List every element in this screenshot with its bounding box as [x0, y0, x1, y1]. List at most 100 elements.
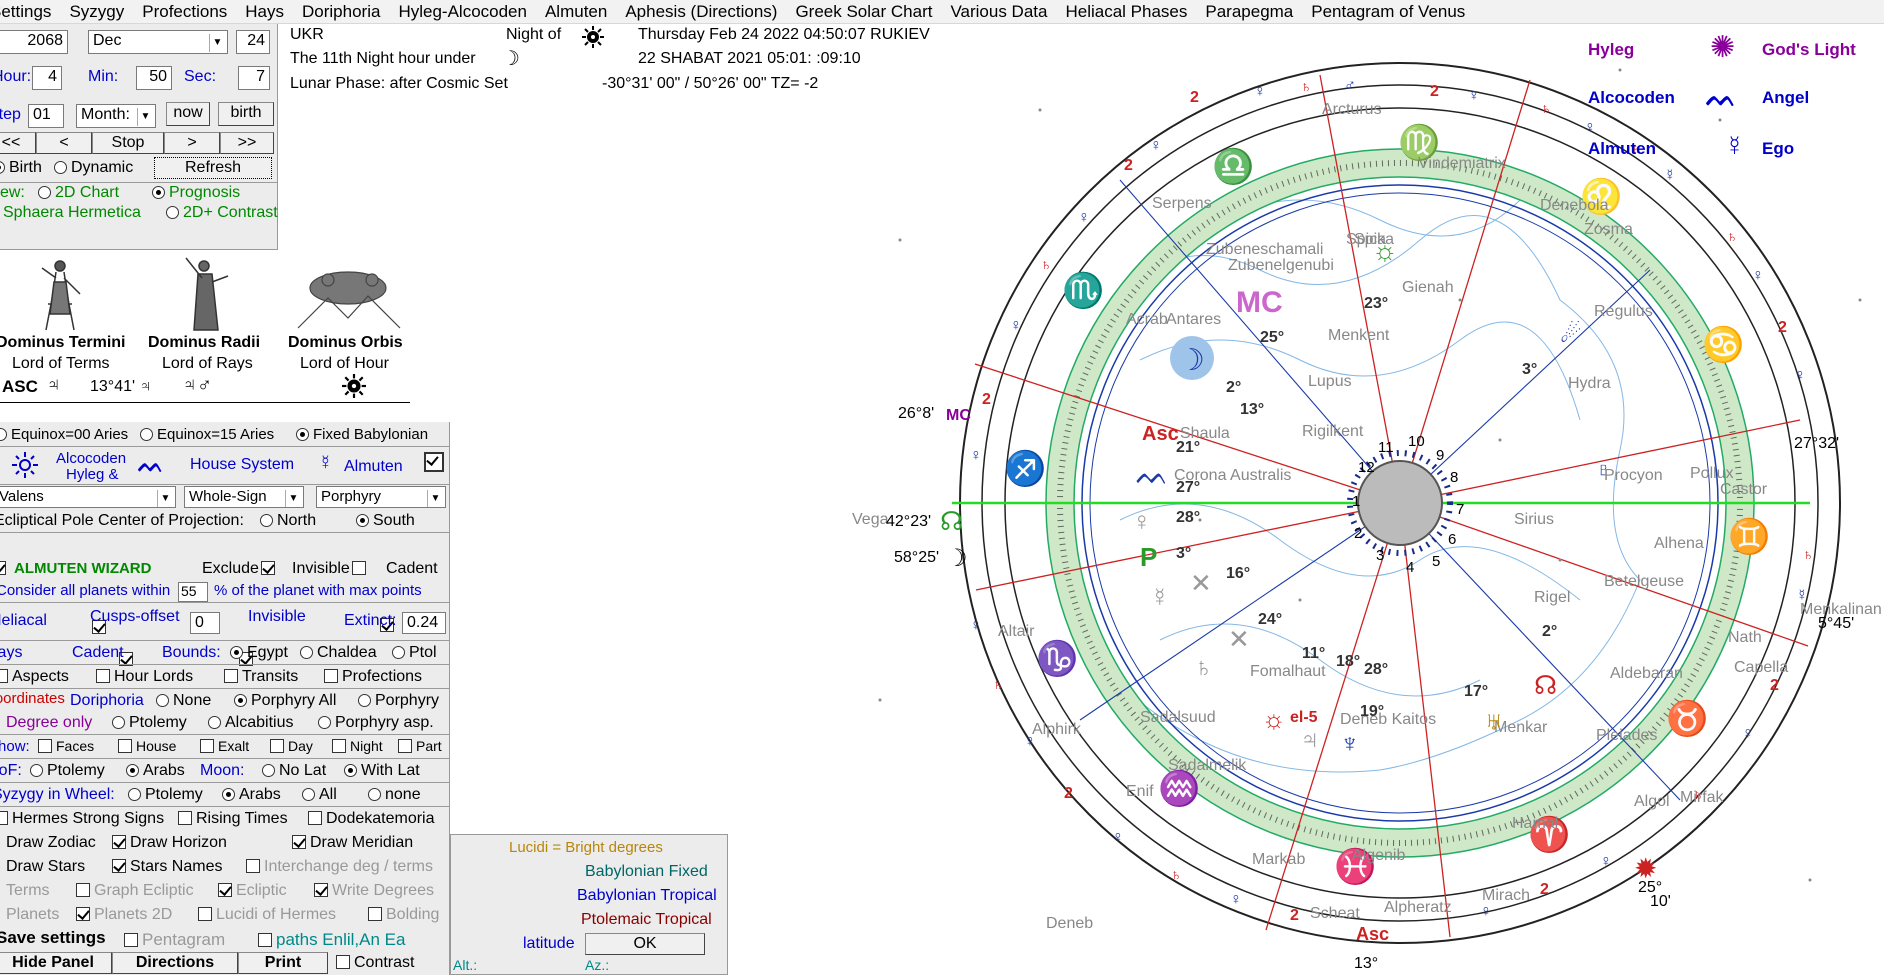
draw-meridian-checkbox[interactable]: Draw Meridian [290, 834, 413, 852]
lucidi-hermes-checkbox[interactable]: Lucidi of Hermes [196, 906, 336, 924]
valens-select[interactable]: Valens ▼ [0, 486, 176, 508]
aquarius-icon: ♒ [1158, 769, 1200, 808]
hide-panel-button[interactable]: Hide Panel [0, 952, 112, 974]
now-button[interactable]: now [166, 102, 210, 126]
hour-input[interactable]: 4 [32, 66, 62, 90]
prognosis-radio[interactable]: Prognosis [150, 184, 240, 202]
refresh-button[interactable]: Refresh [154, 157, 272, 179]
year-input[interactable]: 2068 [0, 30, 68, 54]
equinox-0-radio[interactable]: Equinox=00 Aries [0, 426, 128, 443]
faces-checkbox[interactable]: Faces [36, 738, 94, 754]
syzygy-arabs-radio[interactable]: Arabs [220, 786, 281, 804]
chaldea-radio[interactable]: Chaldea [298, 644, 377, 662]
consider-input[interactable]: 55 [178, 582, 208, 602]
exclude-checkbox[interactable]: Exclude [202, 560, 279, 578]
with-lat-radio[interactable]: With Lat [342, 762, 420, 780]
astrology-chart[interactable]: 1 2 3 4 5 6 7 8 9 10 11 12 ♍ ♎ ♏ ♐ ♑ ♒ ♓… [728, 0, 1884, 975]
porphyry-radio[interactable]: Porphyry [356, 692, 439, 710]
stars-names-checkbox[interactable]: Stars Names [110, 858, 222, 876]
equinox-15-radio[interactable]: Equinox=15 Aries [138, 426, 274, 443]
part-checkbox[interactable]: Part [396, 738, 442, 754]
rewind-button[interactable]: < [36, 132, 92, 154]
draw-horizon-checkbox[interactable]: Draw Horizon [110, 834, 227, 852]
sphaera-hermetica-radio[interactable]: Sphaera Hermetica [0, 204, 141, 222]
almuten-checkbox[interactable] [424, 452, 444, 472]
extinct-input[interactable]: 0.24 [402, 612, 446, 634]
contrast-2d-radio[interactable]: 2D+ Contrast [164, 204, 278, 222]
house-checkbox[interactable]: House [116, 738, 176, 754]
dodekatemoria-checkbox[interactable]: Dodekatemoria [306, 810, 435, 828]
birth-radio[interactable]: Birth [0, 159, 42, 177]
contrast-checkbox[interactable]: Contrast [334, 954, 414, 972]
ptolemy-radio[interactable]: Ptolemy [110, 714, 187, 732]
write-degrees-checkbox[interactable]: Write Degrees [312, 882, 434, 900]
rising-times-checkbox[interactable]: Rising Times [176, 810, 288, 828]
night-checkbox[interactable]: Night [330, 738, 383, 754]
svg-text:23°: 23° [1364, 295, 1388, 312]
step-input[interactable]: 01 [28, 104, 64, 128]
moon-label: Moon: [200, 762, 245, 779]
forward-fast-button[interactable]: >> [220, 132, 274, 154]
north-radio[interactable]: North [258, 512, 316, 530]
menu-doriphoria[interactable]: Doriphoria [293, 1, 389, 23]
menu-profections[interactable]: Profections [133, 1, 236, 23]
syzygy-none-radio[interactable]: none [366, 786, 421, 804]
alcabitius-radio[interactable]: Alcabitius [206, 714, 293, 732]
menu-syzygy[interactable]: Syzygy [60, 1, 133, 23]
print-button[interactable]: Print [238, 952, 328, 974]
dynamic-radio[interactable]: Dynamic [52, 159, 133, 177]
pof-ptolemy-radio[interactable]: Ptolemy [28, 762, 105, 780]
fixed-babylonian-radio[interactable]: Fixed Babylonian [294, 426, 428, 443]
menu-hyleg-alcocoden[interactable]: Hyleg-Alcocoden [389, 1, 536, 23]
profections-checkbox[interactable]: Profections [322, 668, 422, 686]
invisible-checkbox[interactable]: Invisible [292, 560, 370, 578]
ecliptic-checkbox[interactable]: Ecliptic [216, 882, 287, 900]
aspects-checkbox[interactable]: Aspects [0, 668, 69, 686]
save-settings-label[interactable]: Save settings [0, 928, 106, 948]
chevron-down-icon: ▼ [157, 490, 173, 507]
menu-settings[interactable]: Settings [0, 1, 60, 23]
pentagram-checkbox[interactable]: Pentagram [122, 930, 225, 950]
stop-button[interactable]: Stop [92, 132, 164, 154]
min-input[interactable]: 50 [136, 66, 172, 90]
day-checkbox[interactable]: Day [268, 738, 313, 754]
birth-button[interactable]: birth [218, 102, 274, 126]
angel-icon: ᨓ [138, 452, 165, 477]
rewind-fast-button[interactable]: << [0, 132, 36, 154]
bolding-checkbox[interactable]: Bolding [366, 906, 439, 924]
hour-lords-checkbox[interactable]: Hour Lords [94, 668, 193, 686]
day-input[interactable]: 24 [236, 30, 270, 54]
hermes-checkbox[interactable]: Hermes Strong Signs [0, 810, 164, 828]
menu-almuten[interactable]: Almuten [536, 1, 616, 23]
ptol-radio[interactable]: Ptol [390, 644, 437, 662]
sec-input[interactable]: 7 [238, 66, 270, 90]
view-2d-radio[interactable]: 2D Chart [36, 184, 119, 202]
wizard-checkbox-edge[interactable] [0, 560, 10, 577]
porphyry-all-radio[interactable]: Porphyry All [232, 692, 336, 710]
syzygy-all-radio[interactable]: All [300, 786, 337, 804]
no-lat-radio[interactable]: No Lat [260, 762, 326, 780]
exalt-checkbox[interactable]: Exalt [198, 738, 249, 754]
porphyry-asp-radio[interactable]: Porphyry asp. [316, 714, 434, 732]
forward-button[interactable]: > [164, 132, 220, 154]
pof-arabs-radio[interactable]: Arabs [124, 762, 185, 780]
planets-2d-checkbox[interactable]: Planets 2D [74, 906, 172, 924]
paths-checkbox[interactable]: paths Enlil,An Ea [256, 930, 405, 950]
transits-checkbox[interactable]: Transits [222, 668, 298, 686]
step-unit-select[interactable]: Month: ▼ [76, 104, 156, 128]
south-radio[interactable]: South [354, 512, 415, 530]
interchange-checkbox[interactable]: Interchange deg / terms [244, 858, 433, 876]
cusps-offset-input[interactable]: 0 [190, 612, 220, 634]
gemini-icon: ♊ [1728, 517, 1770, 556]
whole-sign-select[interactable]: Whole-Sign ▼ [184, 486, 304, 508]
directions-button[interactable]: Directions [112, 952, 238, 974]
none-radio[interactable]: None [154, 692, 211, 710]
svg-text:2°: 2° [1542, 623, 1557, 640]
menu-hays[interactable]: Hays [236, 1, 293, 23]
egypt-radio[interactable]: Egypt [228, 644, 288, 662]
porphyry-select[interactable]: Porphyry ▼ [316, 486, 446, 508]
graph-ecliptic-checkbox[interactable]: Graph Ecliptic [74, 882, 194, 900]
ok-button[interactable]: OK [585, 933, 705, 955]
month-select[interactable]: Dec ▼ [88, 30, 228, 54]
syzygy-ptolemy-radio[interactable]: Ptolemy [126, 786, 203, 804]
